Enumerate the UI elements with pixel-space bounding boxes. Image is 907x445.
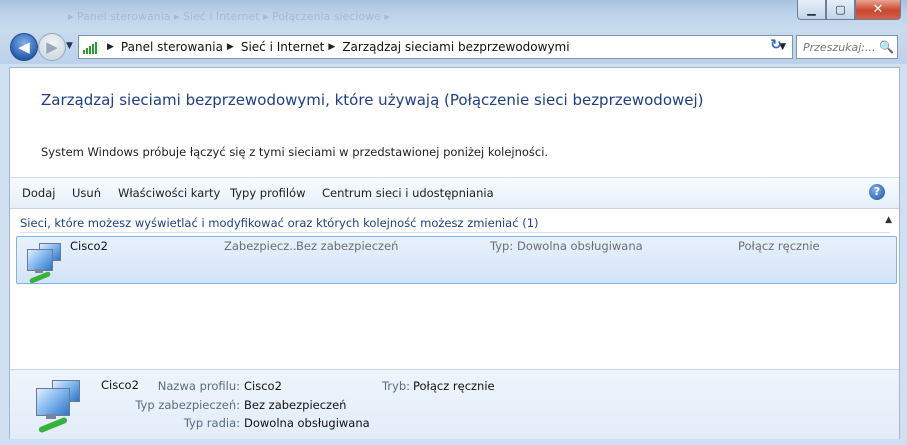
breadcrumb-network-internet[interactable]: Sieć i Internet (241, 40, 325, 54)
window: ▸ Panel sterowania ▸ Sieć i Internet ▸ P… (0, 0, 907, 445)
security-type-label: Typ zabezpieczeń: (135, 398, 240, 412)
navigation-bar: ◀ ▶ ▼ ▶ Panel sterowania ▶ Sieć i Intern… (0, 30, 907, 64)
radio-type-value: Dowolna obsługiwana (244, 416, 370, 430)
remove-button[interactable]: Usuń (72, 186, 101, 200)
collapse-group-icon[interactable]: ▲ (885, 215, 892, 225)
details-pane: Cisco2 Nazwa profilu: Cisco2 Tryb: Połąc… (10, 369, 899, 440)
wireless-network-icon (32, 378, 84, 434)
security-label: Zabezpiecz... (224, 239, 301, 253)
radio-type-label: Typ radia: (183, 416, 240, 430)
search-icon[interactable]: 🔍 (879, 40, 894, 54)
help-icon[interactable]: ? (869, 184, 885, 200)
forward-button[interactable]: ▶ (38, 33, 66, 61)
network-row[interactable]: Cisco2 Zabezpiecz... Bez zabezpieczeń Ty… (16, 236, 897, 284)
type-value: Dowolna obsługiwana (517, 239, 643, 253)
profile-name-value: Cisco2 (244, 379, 282, 393)
mode-label: Tryb: (381, 379, 410, 393)
minimize-button[interactable]: ▁ (797, 0, 826, 20)
breadcrumb-control-panel[interactable]: Panel sterowania (121, 40, 223, 54)
address-bar[interactable]: ▶ Panel sterowania ▶ Sieć i Internet ▶ Z… (78, 35, 793, 59)
command-bar: Dodaj Usuń Właściwości karty Typy profil… (10, 177, 899, 209)
page-title: Zarządzaj sieciami bezprzewodowymi, któr… (41, 91, 704, 109)
profile-name-label: Nazwa profilu: (157, 379, 240, 393)
type-label: Typ: (490, 239, 514, 253)
wireless-network-icon (25, 241, 65, 284)
title-bar[interactable]: ▸ Panel sterowania ▸ Sieć i Internet ▸ P… (0, 0, 907, 30)
ghost-breadcrumb: ▸ Panel sterowania ▸ Sieć i Internet ▸ P… (68, 10, 390, 23)
page-description: System Windows próbuje łączyć się z tymi… (41, 145, 549, 159)
search-input[interactable] (797, 40, 879, 54)
network-sharing-center-button[interactable]: Centrum sieci i udostępniania (322, 186, 494, 200)
security-value: Bez zabezpieczeń (296, 239, 399, 253)
breadcrumb-separator-icon[interactable]: ▶ (328, 42, 335, 52)
network-name: Cisco2 (70, 239, 108, 253)
security-type-value: Bez zabezpieczeń (244, 398, 347, 412)
group-divider (20, 232, 890, 233)
add-button[interactable]: Dodaj (22, 186, 55, 200)
close-button[interactable]: ✕ (855, 0, 901, 20)
connection-mode: Połącz ręcznie (738, 239, 820, 253)
breadcrumb-manage-wireless[interactable]: Zarządzaj sieciami bezprzewodowymi (342, 40, 569, 54)
recent-pages-dropdown[interactable]: ▼ (66, 41, 73, 51)
caption-buttons: ▁ ▢ ✕ (797, 0, 901, 20)
breadcrumb-separator-icon[interactable]: ▶ (107, 42, 114, 52)
back-button[interactable]: ◀ (10, 33, 38, 61)
mode-value: Połącz ręcznie (413, 379, 495, 393)
content-pane: Zarządzaj sieciami bezprzewodowymi, któr… (9, 67, 900, 440)
network-signal-icon (83, 40, 99, 54)
group-header[interactable]: Sieci, które możesz wyświetlać i modyfik… (20, 216, 539, 230)
refresh-icon[interactable]: ↻ (765, 37, 787, 55)
profile-types-button[interactable]: Typy profilów (230, 186, 306, 200)
search-box[interactable]: 🔍 (796, 35, 898, 59)
adapter-properties-button[interactable]: Właściwości karty (118, 186, 220, 200)
breadcrumb-separator-icon[interactable]: ▶ (227, 42, 234, 52)
maximize-button[interactable]: ▢ (826, 0, 855, 20)
window-bottom-border (0, 439, 907, 445)
